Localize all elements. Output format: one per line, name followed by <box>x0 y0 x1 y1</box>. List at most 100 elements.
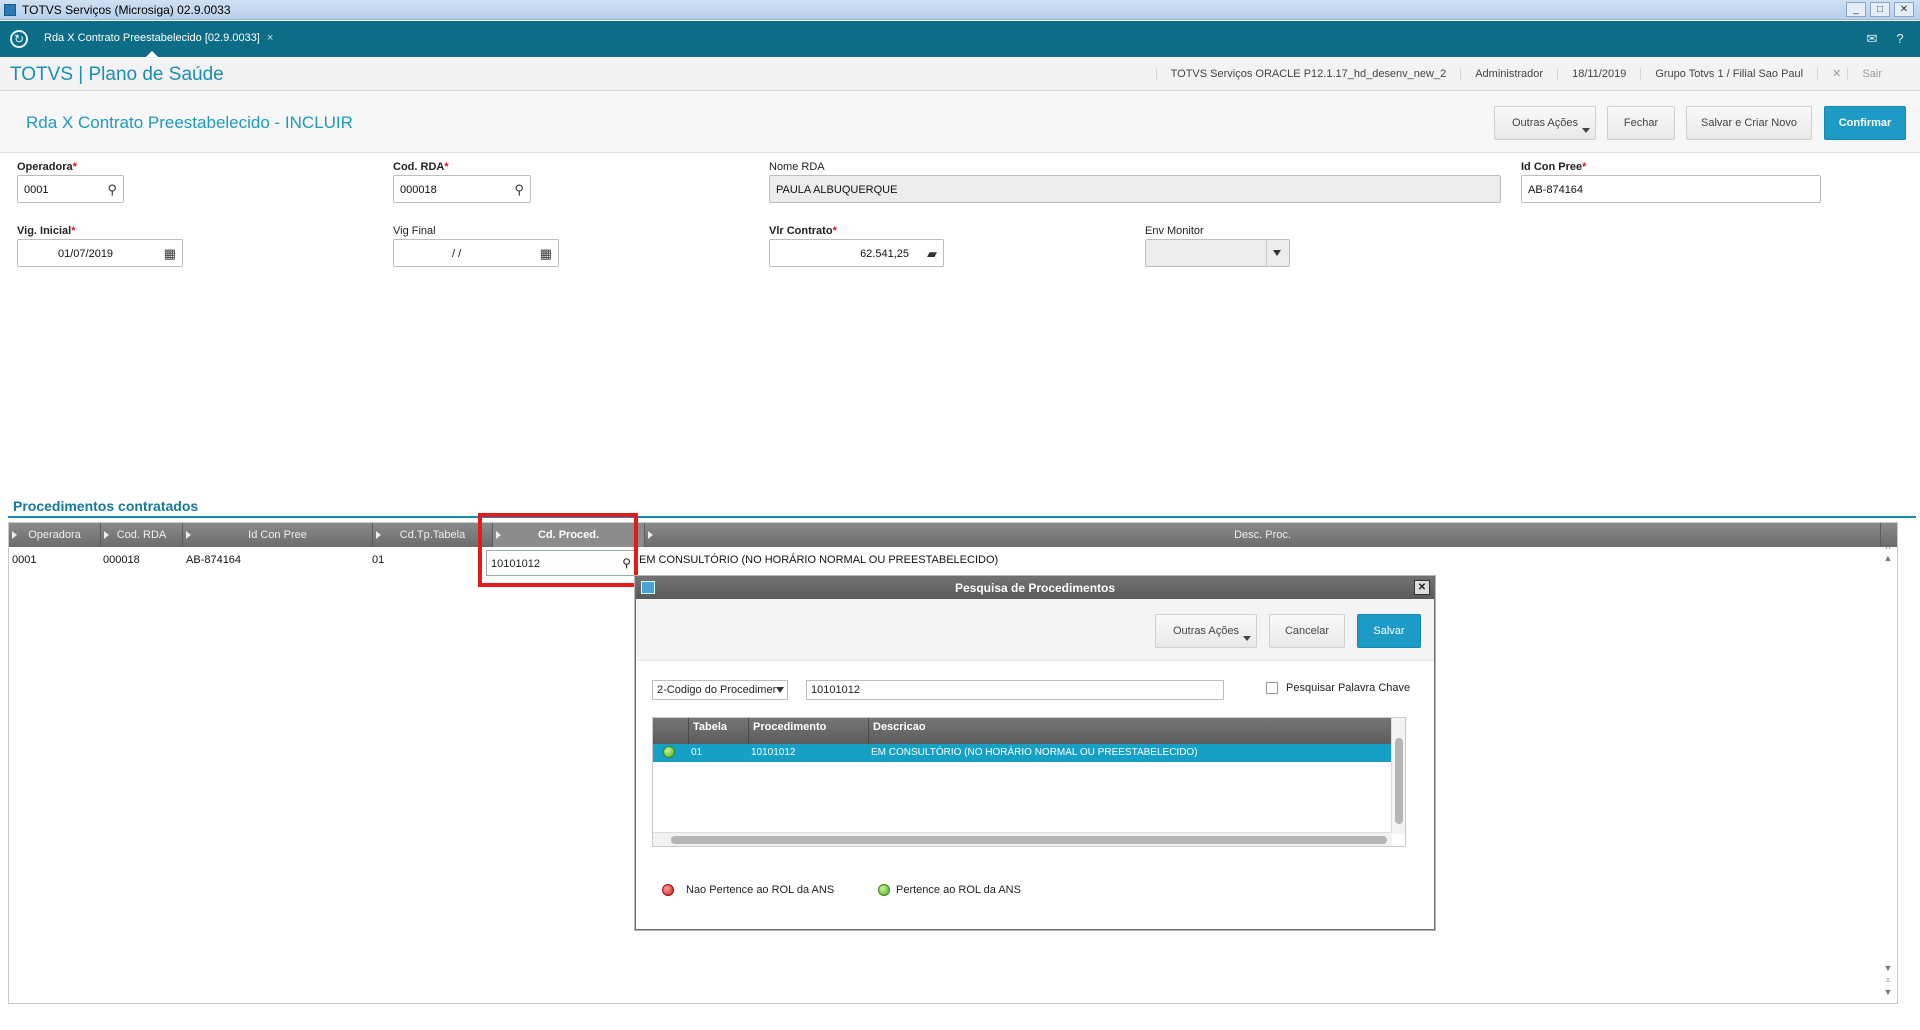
branch-label[interactable]: Grupo Totvs 1 / Filial Sao Paul <box>1640 67 1817 80</box>
vig-final-label: Vig Final <box>393 225 436 237</box>
search-type-value: 2-Codigo do Procedimer <box>657 684 777 696</box>
grid-scroll-top[interactable]: ▲ ⩞ ▲ <box>1881 529 1895 565</box>
dialog-outras-acoes-button[interactable]: Outras Ações <box>1155 614 1257 648</box>
vig-inicial-field[interactable]: 01/07/2019 ▦ <box>17 239 183 267</box>
close-window-button[interactable]: ✕ <box>1894 2 1914 17</box>
chevron-down-icon <box>1243 636 1251 641</box>
tab-rda-contrato[interactable]: Rda X Contrato Preestabelecido [02.9.003… <box>36 29 281 49</box>
env-monitor-select[interactable] <box>1145 239 1290 267</box>
id-con-pree-value: AB-874164 <box>1528 184 1584 196</box>
dialog-salvar-button[interactable]: Salvar <box>1357 614 1421 648</box>
operadora-label: Operadora* <box>17 161 77 173</box>
env-monitor-label: Env Monitor <box>1145 225 1204 237</box>
exit-button[interactable]: ✕ Sair <box>1817 67 1910 80</box>
grid-scroll-bottom[interactable]: ▼ ⩡ ▼ <box>1881 963 1895 999</box>
vlr-contrato-label: Vlr Contrato* <box>769 225 837 237</box>
cell-id-con-pree: AB-874164 <box>186 554 242 566</box>
dialog-titlebar: Pesquisa de Procedimentos ✕ <box>636 577 1434 599</box>
minimize-button[interactable]: _ <box>1846 2 1866 17</box>
search-type-select[interactable]: 2-Codigo do Procedimer <box>652 680 788 700</box>
search-icon[interactable]: ⚲ <box>514 182 524 198</box>
results-grid: Tabela Procedimento Descricao 01 1010101… <box>652 717 1406 847</box>
id-con-pree-label: Id Con Pree* <box>1521 161 1587 173</box>
col-id-con-pree[interactable]: Id Con Pree <box>183 523 373 547</box>
vlr-contrato-field[interactable]: 62.541,25 ▰ <box>769 239 944 267</box>
page-title: Rda X Contrato Preestabelecido - INCLUIR <box>26 113 353 132</box>
keyword-label: Pesquisar Palavra Chave <box>1286 682 1411 694</box>
table-row[interactable]: 01 10101012 EM CONSULTÓRIO (NO HORÁRIO N… <box>653 744 1392 762</box>
confirmar-button[interactable]: Confirmar <box>1824 106 1906 140</box>
results-vertical-scrollbar[interactable] <box>1391 718 1405 834</box>
nome-rda-label: Nome RDA <box>769 161 825 173</box>
section-divider <box>8 516 1916 518</box>
search-input[interactable]: 10101012 <box>806 680 1224 700</box>
nome-rda-value: PAULA ALBUQUERQUE <box>776 184 898 196</box>
dialog-cancelar-button[interactable]: Cancelar <box>1269 614 1345 648</box>
vig-final-field[interactable]: / / ▦ <box>393 239 559 267</box>
cod-rda-field[interactable]: 000018 ⚲ <box>393 175 531 203</box>
search-icon[interactable]: ⚲ <box>107 182 117 198</box>
window-icon <box>641 581 655 594</box>
calendar-icon[interactable]: ▦ <box>540 246 552 262</box>
vig-inicial-label: Vig. Inicial* <box>17 225 76 237</box>
col-descricao[interactable]: Descricao <box>869 718 1392 744</box>
chevron-down-icon <box>1273 250 1281 256</box>
environment-label: TOTVS Serviços ORACLE P12.1.17_hd_desenv… <box>1155 67 1461 80</box>
section-title: Procedimentos contratados <box>13 498 199 514</box>
calendar-icon[interactable]: ▦ <box>164 246 176 262</box>
cod-rda-value: 000018 <box>400 184 437 196</box>
user-label: Administrador <box>1460 67 1557 80</box>
status-green-icon <box>663 746 675 758</box>
dialog-outras-label: Outras Ações <box>1172 625 1240 637</box>
cell-cod-rda: 000018 <box>103 554 140 566</box>
results-horizontal-scrollbar[interactable] <box>653 832 1392 846</box>
tab-label: Rda X Contrato Preestabelecido [02.9.003… <box>44 32 260 44</box>
window-titlebar: TOTVS Serviços (Microsiga) 02.9.0033 _ □… <box>0 0 1920 20</box>
search-value: 10101012 <box>811 684 860 696</box>
mail-icon[interactable]: ✉ <box>1864 31 1880 47</box>
fechar-button[interactable]: Fechar <box>1607 106 1675 140</box>
col-status <box>653 718 689 744</box>
vig-final-value: / / <box>452 248 462 260</box>
operadora-field[interactable]: 0001 ⚲ <box>17 175 124 203</box>
maximize-button[interactable]: □ <box>1870 2 1890 17</box>
cod-rda-label: Cod. RDA* <box>393 161 449 173</box>
chevron-down-icon <box>776 687 784 693</box>
dialog-title: Pesquisa de Procedimentos <box>954 581 1116 595</box>
home-icon[interactable]: ↻ <box>10 30 28 48</box>
vig-inicial-value: 01/07/2019 <box>58 248 114 260</box>
cell-descricao: EM CONSULTÓRIO (NO HORÁRIO NORMAL OU PRE… <box>871 747 1198 758</box>
keyword-checkbox[interactable] <box>1266 682 1278 694</box>
col-operadora[interactable]: Operadora <box>9 523 101 547</box>
col-cod-rda[interactable]: Cod. RDA <box>101 523 183 547</box>
legend-red-label: Nao Pertence ao ROL da ANS <box>686 884 835 896</box>
nome-rda-field: PAULA ALBUQUERQUE <box>769 175 1501 203</box>
outras-acoes-button[interactable]: Outras Ações <box>1494 106 1596 140</box>
operadora-value: 0001 <box>24 184 49 196</box>
col-procedimento[interactable]: Procedimento <box>749 718 869 744</box>
date-label: 18/11/2019 <box>1557 67 1640 80</box>
app-header: TOTVS | Plano de Saúde TOTVS Serviços OR… <box>0 57 1920 91</box>
table-row[interactable]: 0001 000018 AB-874164 01 EM CONSULTÓRIO … <box>9 549 1897 571</box>
salvar-criar-novo-button[interactable]: Salvar e Criar Novo <box>1686 106 1812 140</box>
grid-header: Operadora Cod. RDA Id Con Pree Cd.Tp.Tab… <box>9 523 1897 547</box>
cell-desc-proc: EM CONSULTÓRIO (NO HORÁRIO NORMAL OU PRE… <box>639 554 999 566</box>
pesquisa-dialog: Pesquisa de Procedimentos ✕ Outras Ações… <box>635 576 1435 930</box>
col-tabela[interactable]: Tabela <box>689 718 749 744</box>
dialog-toolbar: Outras Ações Cancelar Salvar <box>636 599 1434 661</box>
page-toolbar: Rda X Contrato Preestabelecido - INCLUIR… <box>0 91 1920 153</box>
cell-tabela: 01 <box>691 747 703 758</box>
window-title: TOTVS Serviços (Microsiga) 02.9.0033 <box>22 3 231 17</box>
highlight-box <box>478 513 638 587</box>
help-icon[interactable]: ? <box>1892 31 1908 47</box>
id-con-pree-field[interactable]: AB-874164 <box>1521 175 1821 203</box>
close-icon[interactable]: ✕ <box>1414 580 1430 595</box>
app-icon <box>4 4 16 16</box>
app-window: TOTVS Serviços (Microsiga) 02.9.0033 _ □… <box>0 0 1920 1030</box>
money-icon[interactable]: ▰ <box>927 246 937 262</box>
tab-bar: ↻ Rda X Contrato Preestabelecido [02.9.0… <box>0 21 1920 57</box>
col-tp-tabela[interactable]: Cd.Tp.Tabela <box>373 523 493 547</box>
col-desc-proc[interactable]: Desc. Proc. <box>645 523 1881 547</box>
legend-green-label: Pertence ao ROL da ANS <box>896 884 1021 896</box>
tab-close-icon[interactable]: × <box>267 32 273 44</box>
